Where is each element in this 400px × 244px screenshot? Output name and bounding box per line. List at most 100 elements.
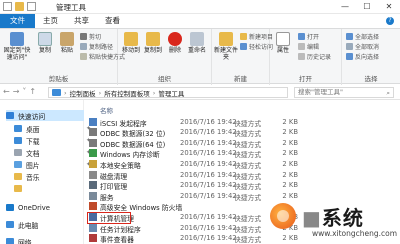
tab-view[interactable]: 查看 bbox=[97, 14, 128, 28]
file-date: 2016/7/16 19:42 bbox=[180, 212, 237, 221]
file-row[interactable]: ODBC 数据源(64 位) 2016/7/16 19:42 快捷方式 2 KB bbox=[86, 137, 396, 149]
open-label: 打开 bbox=[307, 34, 320, 41]
tab-home[interactable]: 主页 bbox=[35, 14, 66, 28]
paste-button[interactable]: 粘贴 bbox=[56, 32, 78, 54]
new-folder-label: 新建文件夹 bbox=[214, 47, 239, 61]
ribbon: 固定到"快速访问" 复制 粘贴 剪切 复制路径 粘贴快捷方式 剪贴板 移动到 复… bbox=[0, 28, 400, 85]
file-type: 快捷方式 bbox=[234, 236, 262, 244]
sidebar-item[interactable]: 此电脑 bbox=[6, 219, 38, 230]
sidebar-item[interactable]: 桌面✦ bbox=[14, 123, 91, 134]
file-date: 2016/7/16 19:42 bbox=[180, 149, 237, 158]
move-to-icon bbox=[124, 32, 138, 46]
file-date: 2016/7/16 19:42 bbox=[180, 128, 237, 137]
shortcut-icon bbox=[89, 149, 97, 158]
watermark-brand-prefix: ■ bbox=[302, 206, 322, 230]
copy-path-button[interactable]: 复制路径 bbox=[80, 42, 113, 51]
open-group-label: 打开 bbox=[299, 75, 312, 83]
maximize-button[interactable]: ☐ bbox=[356, 0, 378, 14]
search-box[interactable]: 搜索"管理工具" ⌕ bbox=[294, 87, 394, 98]
file-date: 2016/7/16 19:42 bbox=[180, 223, 237, 232]
sidebar-item-label: 网络 bbox=[18, 238, 32, 244]
copy-to-button[interactable]: 复制到 bbox=[142, 32, 164, 54]
back-arrow-icon[interactable]: ← bbox=[3, 87, 10, 96]
edit-button[interactable]: 编辑 bbox=[298, 42, 319, 51]
tab-share[interactable]: 共享 bbox=[66, 14, 97, 28]
file-row[interactable]: 打印管理 2016/7/16 19:42 快捷方式 2 KB bbox=[86, 180, 396, 191]
new-folder-icon bbox=[219, 32, 233, 46]
sidebar-item[interactable]: 音乐 bbox=[14, 171, 40, 182]
sidebar-item-label: 桌面 bbox=[26, 125, 40, 134]
sidebar-item[interactable]: 图片✦ bbox=[14, 159, 91, 170]
file-date: 2016/7/16 19:42 bbox=[180, 159, 237, 168]
file-row[interactable]: Windows 内存诊断 2016/7/16 19:42 快捷方式 2 KB bbox=[86, 148, 396, 159]
sidebar-item[interactable]: 文档✦ bbox=[14, 147, 91, 158]
new-group-label: 新建 bbox=[234, 75, 247, 83]
delete-button[interactable]: 删除 bbox=[164, 32, 186, 54]
copy-to-icon bbox=[146, 32, 160, 46]
paste-shortcut-icon bbox=[80, 53, 87, 60]
music-icon bbox=[14, 173, 22, 180]
breadcrumb-control-panel[interactable]: 控制面板 bbox=[70, 88, 96, 98]
path-separator-icon: › bbox=[98, 88, 102, 97]
invert-selection-button[interactable]: 反向选择 bbox=[346, 52, 379, 61]
dropdown-icon[interactable] bbox=[27, 2, 36, 11]
properties-button[interactable]: 属性 bbox=[272, 32, 294, 54]
file-row[interactable]: 本地安全策略 2016/7/16 19:42 快捷方式 2 KB bbox=[86, 158, 396, 170]
tab-file[interactable]: 文件 bbox=[0, 14, 35, 28]
properties-label: 属性 bbox=[276, 47, 289, 54]
up-arrow-icon[interactable]: ↑ bbox=[29, 87, 36, 96]
ribbon-tabs: 文件 主页 共享 查看 ? bbox=[0, 14, 400, 28]
sidebar-item[interactable]: 下载✦ bbox=[14, 135, 91, 146]
file-row[interactable]: iSCSI 发起程序 2016/7/16 19:42 快捷方式 2 KB bbox=[86, 116, 396, 128]
open-button[interactable]: 打开 bbox=[298, 32, 319, 41]
column-name-header[interactable]: 名称 bbox=[100, 105, 113, 115]
file-size: 2 KB bbox=[282, 170, 298, 179]
select-all-icon bbox=[346, 33, 353, 40]
brand-logo bbox=[270, 203, 296, 229]
properties-icon[interactable] bbox=[3, 2, 12, 11]
copy-path-icon bbox=[80, 43, 87, 50]
select-none-button[interactable]: 全部取消 bbox=[346, 42, 379, 51]
sidebar-item-label: OneDrive bbox=[18, 203, 50, 212]
easy-access-button[interactable]: 轻松访问 bbox=[240, 42, 273, 51]
file-size: 2 KB bbox=[282, 128, 298, 137]
close-button[interactable]: ✕ bbox=[378, 0, 400, 14]
cut-button[interactable]: 剪切 bbox=[80, 32, 101, 41]
copy-label: 复制 bbox=[38, 47, 51, 54]
pin-quick-access-button[interactable]: 固定到"快速访问" bbox=[2, 32, 32, 61]
history-button[interactable]: 历史记录 bbox=[298, 52, 331, 61]
copy-button[interactable]: 复制 bbox=[34, 32, 56, 54]
rename-button[interactable]: 重命名 bbox=[186, 32, 208, 54]
sidebar-item[interactable]: 快速访问 bbox=[6, 110, 84, 121]
delete-label: 删除 bbox=[168, 47, 181, 54]
address-bar[interactable]: › 控制面板 › 所有控制面板项 › 管理工具 bbox=[48, 87, 288, 98]
sidebar-item-label: 下载 bbox=[26, 137, 40, 146]
file-row[interactable]: ODBC 数据源(32 位) 2016/7/16 19:42 快捷方式 2 KB bbox=[86, 127, 396, 138]
minimize-button[interactable]: — bbox=[334, 0, 356, 14]
navigation-buttons: ← → ˅ ↑ bbox=[3, 87, 36, 96]
star-icon bbox=[6, 112, 14, 119]
move-to-button[interactable]: 移动到 bbox=[120, 32, 142, 54]
select-all-button[interactable]: 全部选择 bbox=[346, 32, 379, 41]
document-icon bbox=[14, 149, 22, 156]
sidebar-item[interactable]: 网络 bbox=[6, 236, 32, 244]
clipboard-group-label: 剪贴板 bbox=[48, 75, 69, 83]
new-folder-button[interactable]: 新建文件夹 bbox=[214, 32, 238, 61]
help-icon[interactable]: ? bbox=[386, 17, 394, 25]
breadcrumb-admin-tools[interactable]: 管理工具 bbox=[158, 88, 184, 98]
scissors-icon bbox=[80, 33, 87, 40]
shortcut-icon bbox=[89, 191, 97, 200]
new-item-button[interactable]: 新建项目 bbox=[240, 32, 273, 41]
file-date: 2016/7/16 19:42 bbox=[180, 181, 237, 190]
history-icon bbox=[298, 53, 305, 60]
search-icon[interactable]: ⌕ bbox=[386, 89, 390, 98]
breadcrumb-all-items[interactable]: 所有控制面板项 bbox=[104, 88, 150, 98]
recent-chevron-icon[interactable]: ˅ bbox=[22, 87, 26, 96]
shortcut-icon bbox=[89, 128, 97, 137]
sidebar-item[interactable]: OneDrive bbox=[6, 202, 50, 213]
forward-arrow-icon[interactable]: → bbox=[13, 87, 20, 96]
folder-icon[interactable] bbox=[15, 2, 24, 11]
sidebar-item[interactable] bbox=[14, 183, 26, 194]
file-row[interactable]: 磁盘清理 2016/7/16 19:42 快捷方式 2 KB bbox=[86, 169, 396, 181]
shortcut-icon bbox=[89, 181, 97, 190]
